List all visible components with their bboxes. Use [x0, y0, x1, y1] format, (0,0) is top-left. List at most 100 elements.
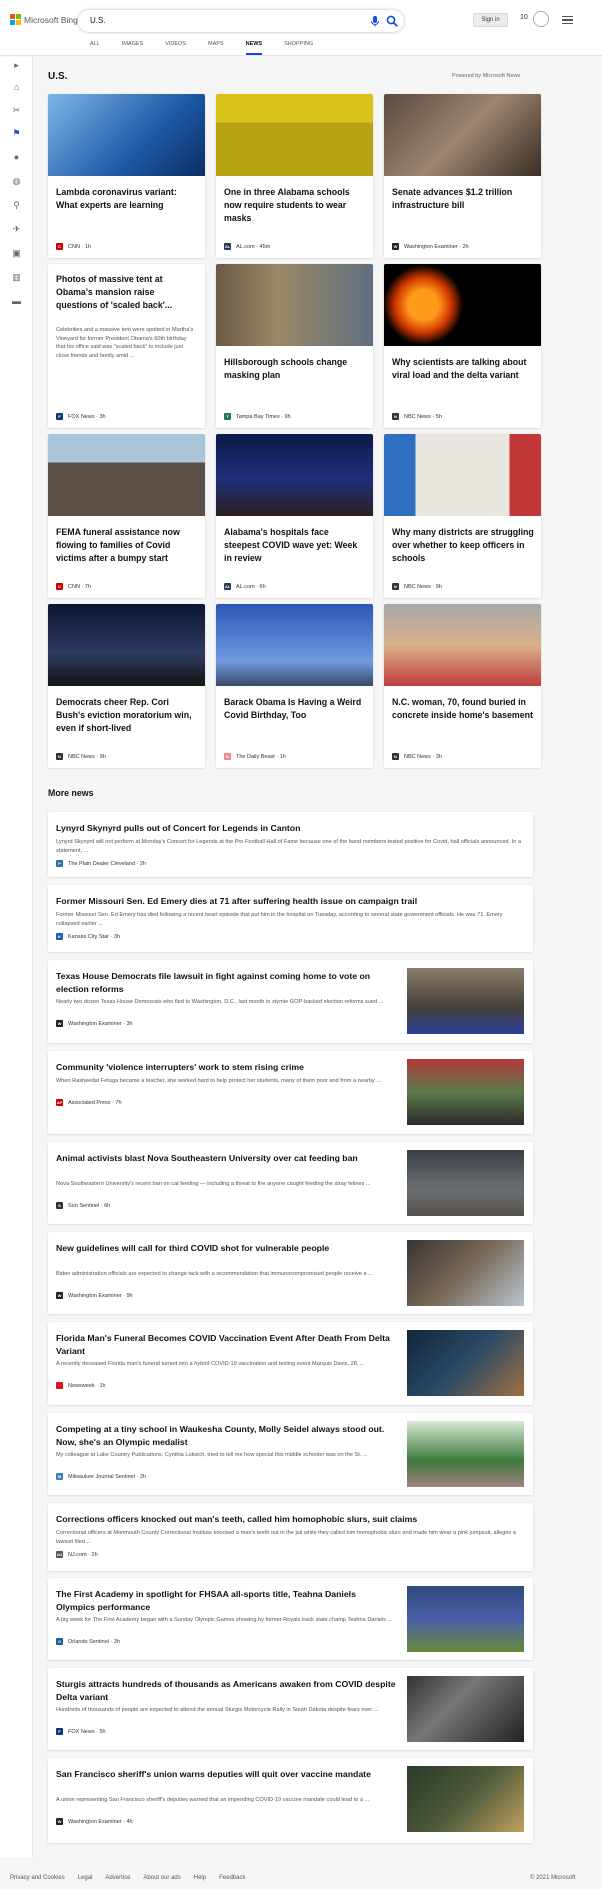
tab-shopping[interactable]: SHOPPING [284, 41, 313, 55]
globe-icon[interactable]: ◍ [11, 176, 22, 187]
footer-link[interactable]: Help [194, 1875, 206, 1881]
news-source[interactable]: S Sun Sentinel · 6h [56, 1202, 110, 1209]
news-source[interactable]: W Washington Examiner · 9h [56, 1292, 133, 1299]
news-source[interactable]: Newsweek · 1h [56, 1382, 106, 1389]
tab-news[interactable]: NEWS [245, 41, 262, 55]
news-source[interactable]: W Washington Examiner · 3h [56, 1020, 133, 1027]
pin-icon[interactable]: ● [11, 152, 22, 163]
news-headline[interactable]: Sturgis attracts hundreds of thousands a… [56, 1678, 396, 1704]
search-box[interactable]: U.S. [78, 10, 404, 32]
news-headline[interactable]: Corrections officers knocked out man's t… [56, 1513, 524, 1526]
news-source[interactable]: O Orlando Sentinel · 3h [56, 1638, 120, 1645]
story-thumbnail[interactable] [216, 434, 373, 516]
story-source[interactable]: AL AL.com · 45m [224, 243, 270, 250]
news-item[interactable]: Sturgis attracts hundreds of thousands a… [48, 1668, 533, 1750]
rewards-count[interactable]: 10 [520, 14, 528, 21]
powered-by[interactable]: Powered by Microsoft News [452, 73, 520, 79]
story-title[interactable]: Alabama's hospitals face steepest COVID … [224, 526, 366, 565]
news-thumbnail[interactable] [407, 1676, 524, 1742]
news-headline[interactable]: Texas House Democrats file lawsuit in fi… [56, 970, 396, 996]
story-card[interactable]: Senate advances $1.2 trillion infrastruc… [384, 94, 541, 258]
news-item[interactable]: Former Missouri Sen. Ed Emery dies at 71… [48, 885, 533, 952]
hamburger-menu-icon[interactable] [562, 16, 573, 24]
news-source[interactable]: P The Plain Dealer Cleveland · 2h [56, 860, 146, 867]
story-title[interactable]: N.C. woman, 70, found buried in concrete… [392, 696, 534, 722]
search-icon[interactable] [385, 14, 399, 28]
news-thumbnail[interactable] [407, 1240, 524, 1306]
news-thumbnail[interactable] [407, 1766, 524, 1832]
news-thumbnail[interactable] [407, 1421, 524, 1487]
story-card[interactable]: Photos of massive tent at Obama's mansio… [48, 264, 205, 428]
news-source[interactable]: M Milwaukee Journal Sentinel · 2h [56, 1473, 146, 1480]
news-thumbnail[interactable] [407, 968, 524, 1034]
story-title[interactable]: Democrats cheer Rep. Cori Bush's evictio… [56, 696, 198, 735]
story-title[interactable]: Photos of massive tent at Obama's mansio… [56, 273, 198, 312]
flag-icon[interactable]: ⚑ [11, 128, 22, 139]
story-source[interactable]: C CNN · 1h [56, 243, 91, 250]
footer-link[interactable]: Privacy and Cookies [10, 1875, 65, 1881]
sign-in-button[interactable]: Sign in [473, 13, 508, 27]
story-card[interactable]: One in three Alabama schools now require… [216, 94, 373, 258]
story-card[interactable]: Lambda coronavirus variant: What experts… [48, 94, 205, 258]
news-item[interactable]: San Francisco sheriff's union warns depu… [48, 1758, 533, 1843]
news-item[interactable]: Community 'violence interrupters' work t… [48, 1051, 533, 1134]
story-source[interactable]: N NBC News · 9h [56, 753, 106, 760]
story-title[interactable]: Why scientists are talking about viral l… [392, 356, 534, 382]
news-source[interactable]: K Kansas City Star · 3h [56, 933, 120, 940]
story-card[interactable]: FEMA funeral assistance now flowing to f… [48, 434, 205, 598]
news-item[interactable]: Corrections officers knocked out man's t… [48, 1503, 533, 1571]
story-title[interactable]: Senate advances $1.2 trillion infrastruc… [392, 186, 534, 212]
story-thumbnail[interactable] [384, 434, 541, 516]
news-source[interactable]: NJ NJ.com · 2h [56, 1551, 98, 1558]
tab-videos[interactable]: VIDEOS [165, 41, 186, 55]
news-thumbnail[interactable] [407, 1330, 524, 1396]
story-title[interactable]: Lambda coronavirus variant: What experts… [56, 186, 198, 212]
story-thumbnail[interactable] [384, 94, 541, 176]
news-headline[interactable]: Lynyrd Skynyrd pulls out of Concert for … [56, 822, 524, 835]
story-card[interactable]: N.C. woman, 70, found buried in concrete… [384, 604, 541, 768]
news-headline[interactable]: New guidelines will call for third COVID… [56, 1242, 396, 1255]
story-thumbnail[interactable] [48, 94, 205, 176]
news-headline[interactable]: Animal activists blast Nova Southeastern… [56, 1152, 396, 1165]
story-title[interactable]: Why many districts are struggling over w… [392, 526, 534, 565]
news-thumbnail[interactable] [407, 1059, 524, 1125]
story-title[interactable]: FEMA funeral assistance now flowing to f… [56, 526, 198, 565]
story-source[interactable]: C CNN · 7h [56, 583, 91, 590]
news-headline[interactable]: San Francisco sheriff's union warns depu… [56, 1768, 396, 1781]
story-card[interactable]: Why scientists are talking about viral l… [384, 264, 541, 428]
tab-images[interactable]: IMAGES [122, 41, 143, 55]
tab-all[interactable]: ALL [90, 41, 100, 55]
news-item[interactable]: Florida Man's Funeral Becomes COVID Vacc… [48, 1322, 533, 1405]
story-title[interactable]: Barack Obama Is Having a Weird Covid Bir… [224, 696, 366, 722]
story-source[interactable]: F FOX News · 3h [56, 413, 106, 420]
sparkle-icon[interactable]: ✂ [11, 105, 22, 116]
footer-link[interactable]: Advertise [105, 1875, 130, 1881]
news-thumbnail[interactable] [407, 1586, 524, 1652]
story-source[interactable]: D The Daily Beast · 1h [224, 753, 286, 760]
story-thumbnail[interactable] [48, 434, 205, 516]
story-thumbnail[interactable] [384, 264, 541, 346]
search-input[interactable]: U.S. [90, 16, 106, 25]
tab-maps[interactable]: MAPS [208, 41, 224, 55]
news-source[interactable]: W Washington Examiner · 4h [56, 1818, 133, 1825]
story-thumbnail[interactable] [48, 604, 205, 686]
story-card[interactable]: Democrats cheer Rep. Cori Bush's evictio… [48, 604, 205, 768]
story-thumbnail[interactable] [384, 604, 541, 686]
news-item[interactable]: Competing at a tiny school in Waukesha C… [48, 1413, 533, 1495]
story-thumbnail[interactable] [216, 604, 373, 686]
rocket-icon[interactable]: ✈ [11, 224, 22, 235]
story-card[interactable]: Why many districts are struggling over w… [384, 434, 541, 598]
news-item[interactable]: The First Academy in spotlight for FHSAA… [48, 1578, 533, 1660]
news-headline[interactable]: Florida Man's Funeral Becomes COVID Vacc… [56, 1332, 396, 1358]
bank-icon[interactable]: ▥ [11, 272, 22, 283]
news-item[interactable]: Animal activists blast Nova Southeastern… [48, 1142, 533, 1224]
story-source[interactable]: T Tampa Bay Times · 9h [224, 413, 291, 420]
story-card[interactable]: Barack Obama Is Having a Weird Covid Bir… [216, 604, 373, 768]
story-source[interactable]: W Washington Examiner · 2h [392, 243, 469, 250]
news-item[interactable]: New guidelines will call for third COVID… [48, 1232, 533, 1314]
news-headline[interactable]: The First Academy in spotlight for FHSAA… [56, 1588, 396, 1614]
rewards-trophy-icon[interactable] [533, 11, 549, 27]
news-thumbnail[interactable] [407, 1150, 524, 1216]
news-source[interactable]: F FOX News · 5h [56, 1728, 106, 1735]
story-source[interactable]: N NBC News · 9h [392, 583, 442, 590]
